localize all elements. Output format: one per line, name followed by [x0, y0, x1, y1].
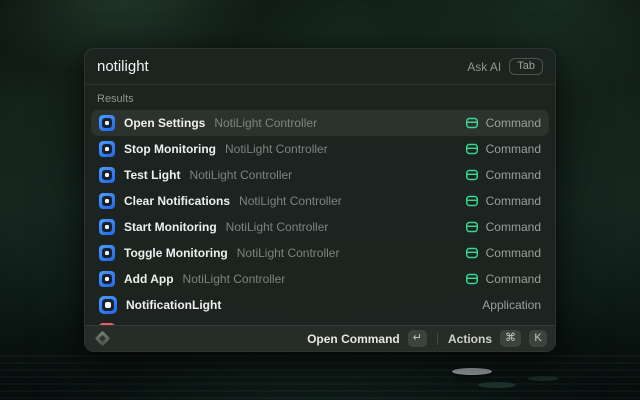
- result-row[interactable]: Start Monitoring NotiLight Controller Comm…: [91, 214, 549, 240]
- notilight-command-icon: [99, 271, 115, 287]
- result-subtitle: NotiLight Controller: [239, 194, 342, 208]
- notilight-command-icon: [99, 245, 115, 261]
- result-subtitle: NotiLight Controller: [183, 272, 286, 286]
- command-type-icon: [465, 246, 479, 260]
- command-type-icon: [465, 194, 479, 208]
- command-type-icon: [465, 116, 479, 130]
- result-title: Toggle Monitoring: [124, 246, 228, 260]
- footer-divider: [437, 333, 438, 345]
- result-type-label: Command: [486, 142, 541, 156]
- result-type-label: Command: [486, 116, 541, 130]
- result-type-label: Command: [486, 272, 541, 286]
- result-title: Stop Monitoring: [124, 142, 216, 156]
- footer-bar: Open Command ↵ Actions ⌘ K: [85, 325, 555, 351]
- command-type-icon: [465, 168, 479, 182]
- k-key-icon: K: [529, 330, 547, 347]
- result-title: Test Light: [124, 168, 180, 182]
- result-row[interactable]: Open Settings NotiLight Controller Command: [91, 110, 549, 136]
- results-list: Open Settings NotiLight Controller Command…: [85, 110, 555, 344]
- notificationlight-app-icon: [99, 296, 117, 314]
- result-row[interactable]: Clear Notifications NotiLight Controller C…: [91, 188, 549, 214]
- result-row[interactable]: Test Light NotiLight Controller Command: [91, 162, 549, 188]
- result-title: Clear Notifications: [124, 194, 230, 208]
- result-type-label: Command: [486, 194, 541, 208]
- result-row[interactable]: Toggle Monitoring NotiLight Controller Com…: [91, 240, 549, 266]
- notilight-command-icon: [99, 141, 115, 157]
- result-title: Add App: [124, 272, 174, 286]
- result-subtitle: NotiLight Controller: [237, 246, 340, 260]
- result-type-label: Application: [482, 298, 541, 312]
- result-subtitle: NotiLight Controller: [214, 116, 317, 130]
- result-row[interactable]: Add App NotiLight Controller Command: [91, 266, 549, 292]
- search-input[interactable]: [97, 58, 459, 75]
- launcher-window: Ask AI Tab Results Open Settings NotiLigh…: [84, 48, 556, 352]
- result-type-label: Command: [486, 220, 541, 234]
- raycast-logo-icon: [95, 331, 111, 347]
- open-command-button[interactable]: Open Command: [307, 332, 400, 346]
- search-bar: Ask AI Tab: [85, 49, 555, 85]
- command-type-icon: [465, 272, 479, 286]
- result-title: Start Monitoring: [124, 220, 217, 234]
- notilight-command-icon: [99, 167, 115, 183]
- command-type-icon: [465, 220, 479, 234]
- result-subtitle: NotiLight Controller: [226, 220, 329, 234]
- result-type-label: Command: [486, 168, 541, 182]
- notilight-command-icon: [99, 193, 115, 209]
- return-key-icon: ↵: [408, 330, 427, 347]
- notilight-command-icon: [99, 219, 115, 235]
- command-type-icon: [465, 142, 479, 156]
- result-title: Open Settings: [124, 116, 205, 130]
- result-type-label: Command: [486, 246, 541, 260]
- ask-ai-label[interactable]: Ask AI: [467, 60, 501, 74]
- actions-button[interactable]: Actions: [448, 332, 492, 346]
- result-row[interactable]: Stop Monitoring NotiLight Controller Comma…: [91, 136, 549, 162]
- notilight-command-icon: [99, 115, 115, 131]
- result-row[interactable]: NotificationLight Application: [91, 292, 549, 318]
- results-section-label: Results: [85, 85, 555, 110]
- command-key-icon: ⌘: [500, 330, 521, 347]
- result-subtitle: NotiLight Controller: [225, 142, 328, 156]
- result-subtitle: NotiLight Controller: [189, 168, 292, 182]
- result-title: NotificationLight: [126, 298, 221, 312]
- tab-key-badge: Tab: [509, 58, 543, 75]
